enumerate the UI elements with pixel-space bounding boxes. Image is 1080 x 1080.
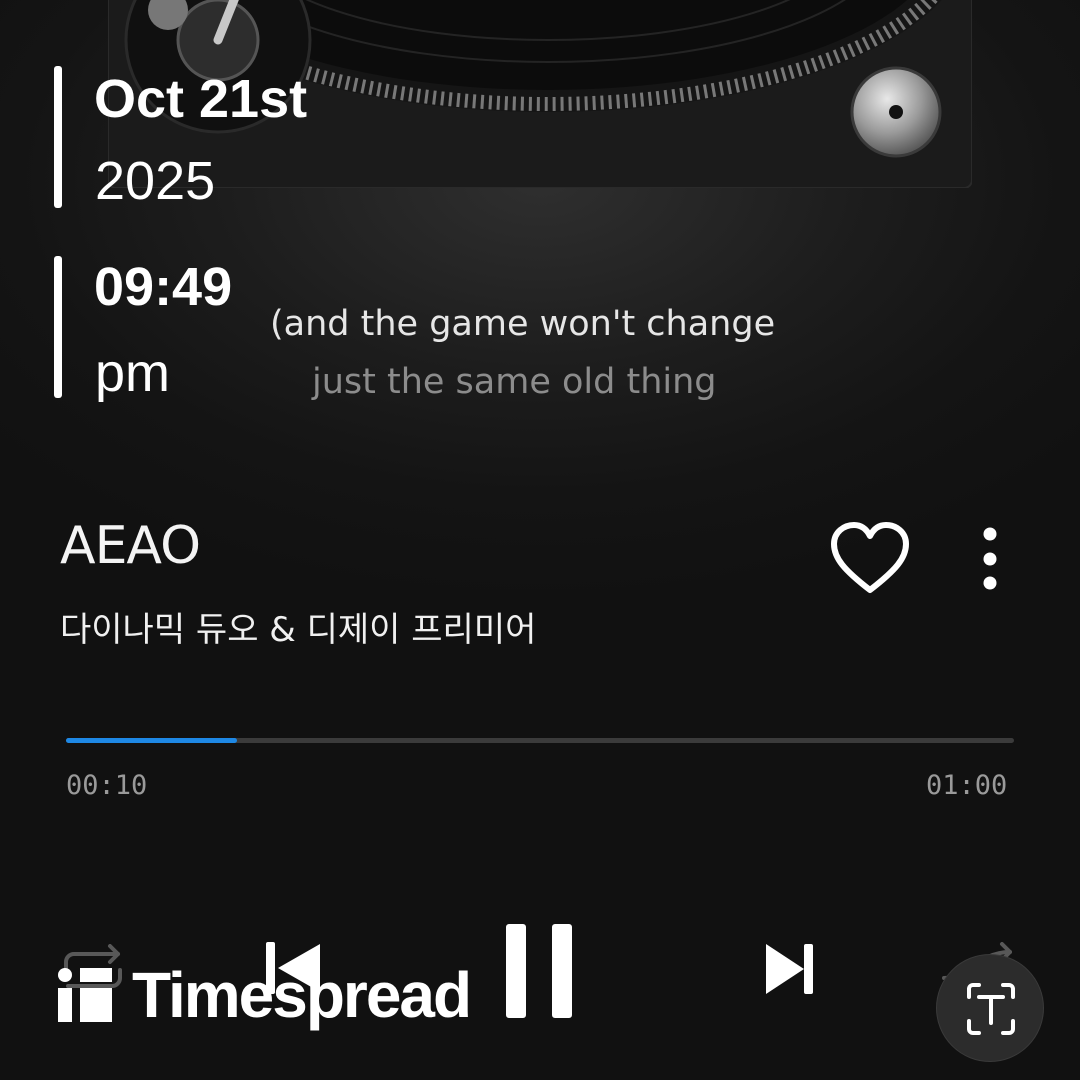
time-clock: 09:49 [94, 257, 233, 317]
song-artist: 다이나믹 듀오 & 디제이 프리미어 [60, 610, 537, 650]
text-recognition-button[interactable] [936, 954, 1044, 1062]
song-title: AEAO [60, 516, 201, 576]
date-accent-bar [54, 66, 62, 208]
more-vertical-icon [983, 527, 997, 590]
lyric-current-line: (and the game won't change [270, 304, 776, 344]
watermark-text: Timespread [132, 959, 472, 1031]
like-button[interactable] [830, 522, 910, 596]
pause-button[interactable] [500, 922, 580, 1020]
time-accent-bar [54, 256, 62, 398]
progress-bar[interactable] [66, 738, 1014, 743]
date-month-day: Oct 21st [94, 69, 308, 129]
timespread-logo-icon [58, 968, 112, 1022]
lyric-next-line: just the same old thing [312, 362, 717, 402]
progress-fill [66, 738, 237, 743]
text-scan-icon [967, 983, 1015, 1035]
pause-icon [506, 924, 572, 1018]
date-year: 2025 [95, 151, 216, 211]
time-period: pm [95, 343, 171, 403]
total-duration: 01:00 [926, 770, 1008, 801]
next-button[interactable] [762, 940, 818, 998]
timespread-watermark: Timespread [58, 959, 472, 1031]
heart-icon [831, 522, 909, 593]
skip-next-icon [766, 944, 813, 994]
elapsed-time: 00:10 [66, 770, 148, 801]
more-options-button[interactable] [970, 524, 1010, 594]
